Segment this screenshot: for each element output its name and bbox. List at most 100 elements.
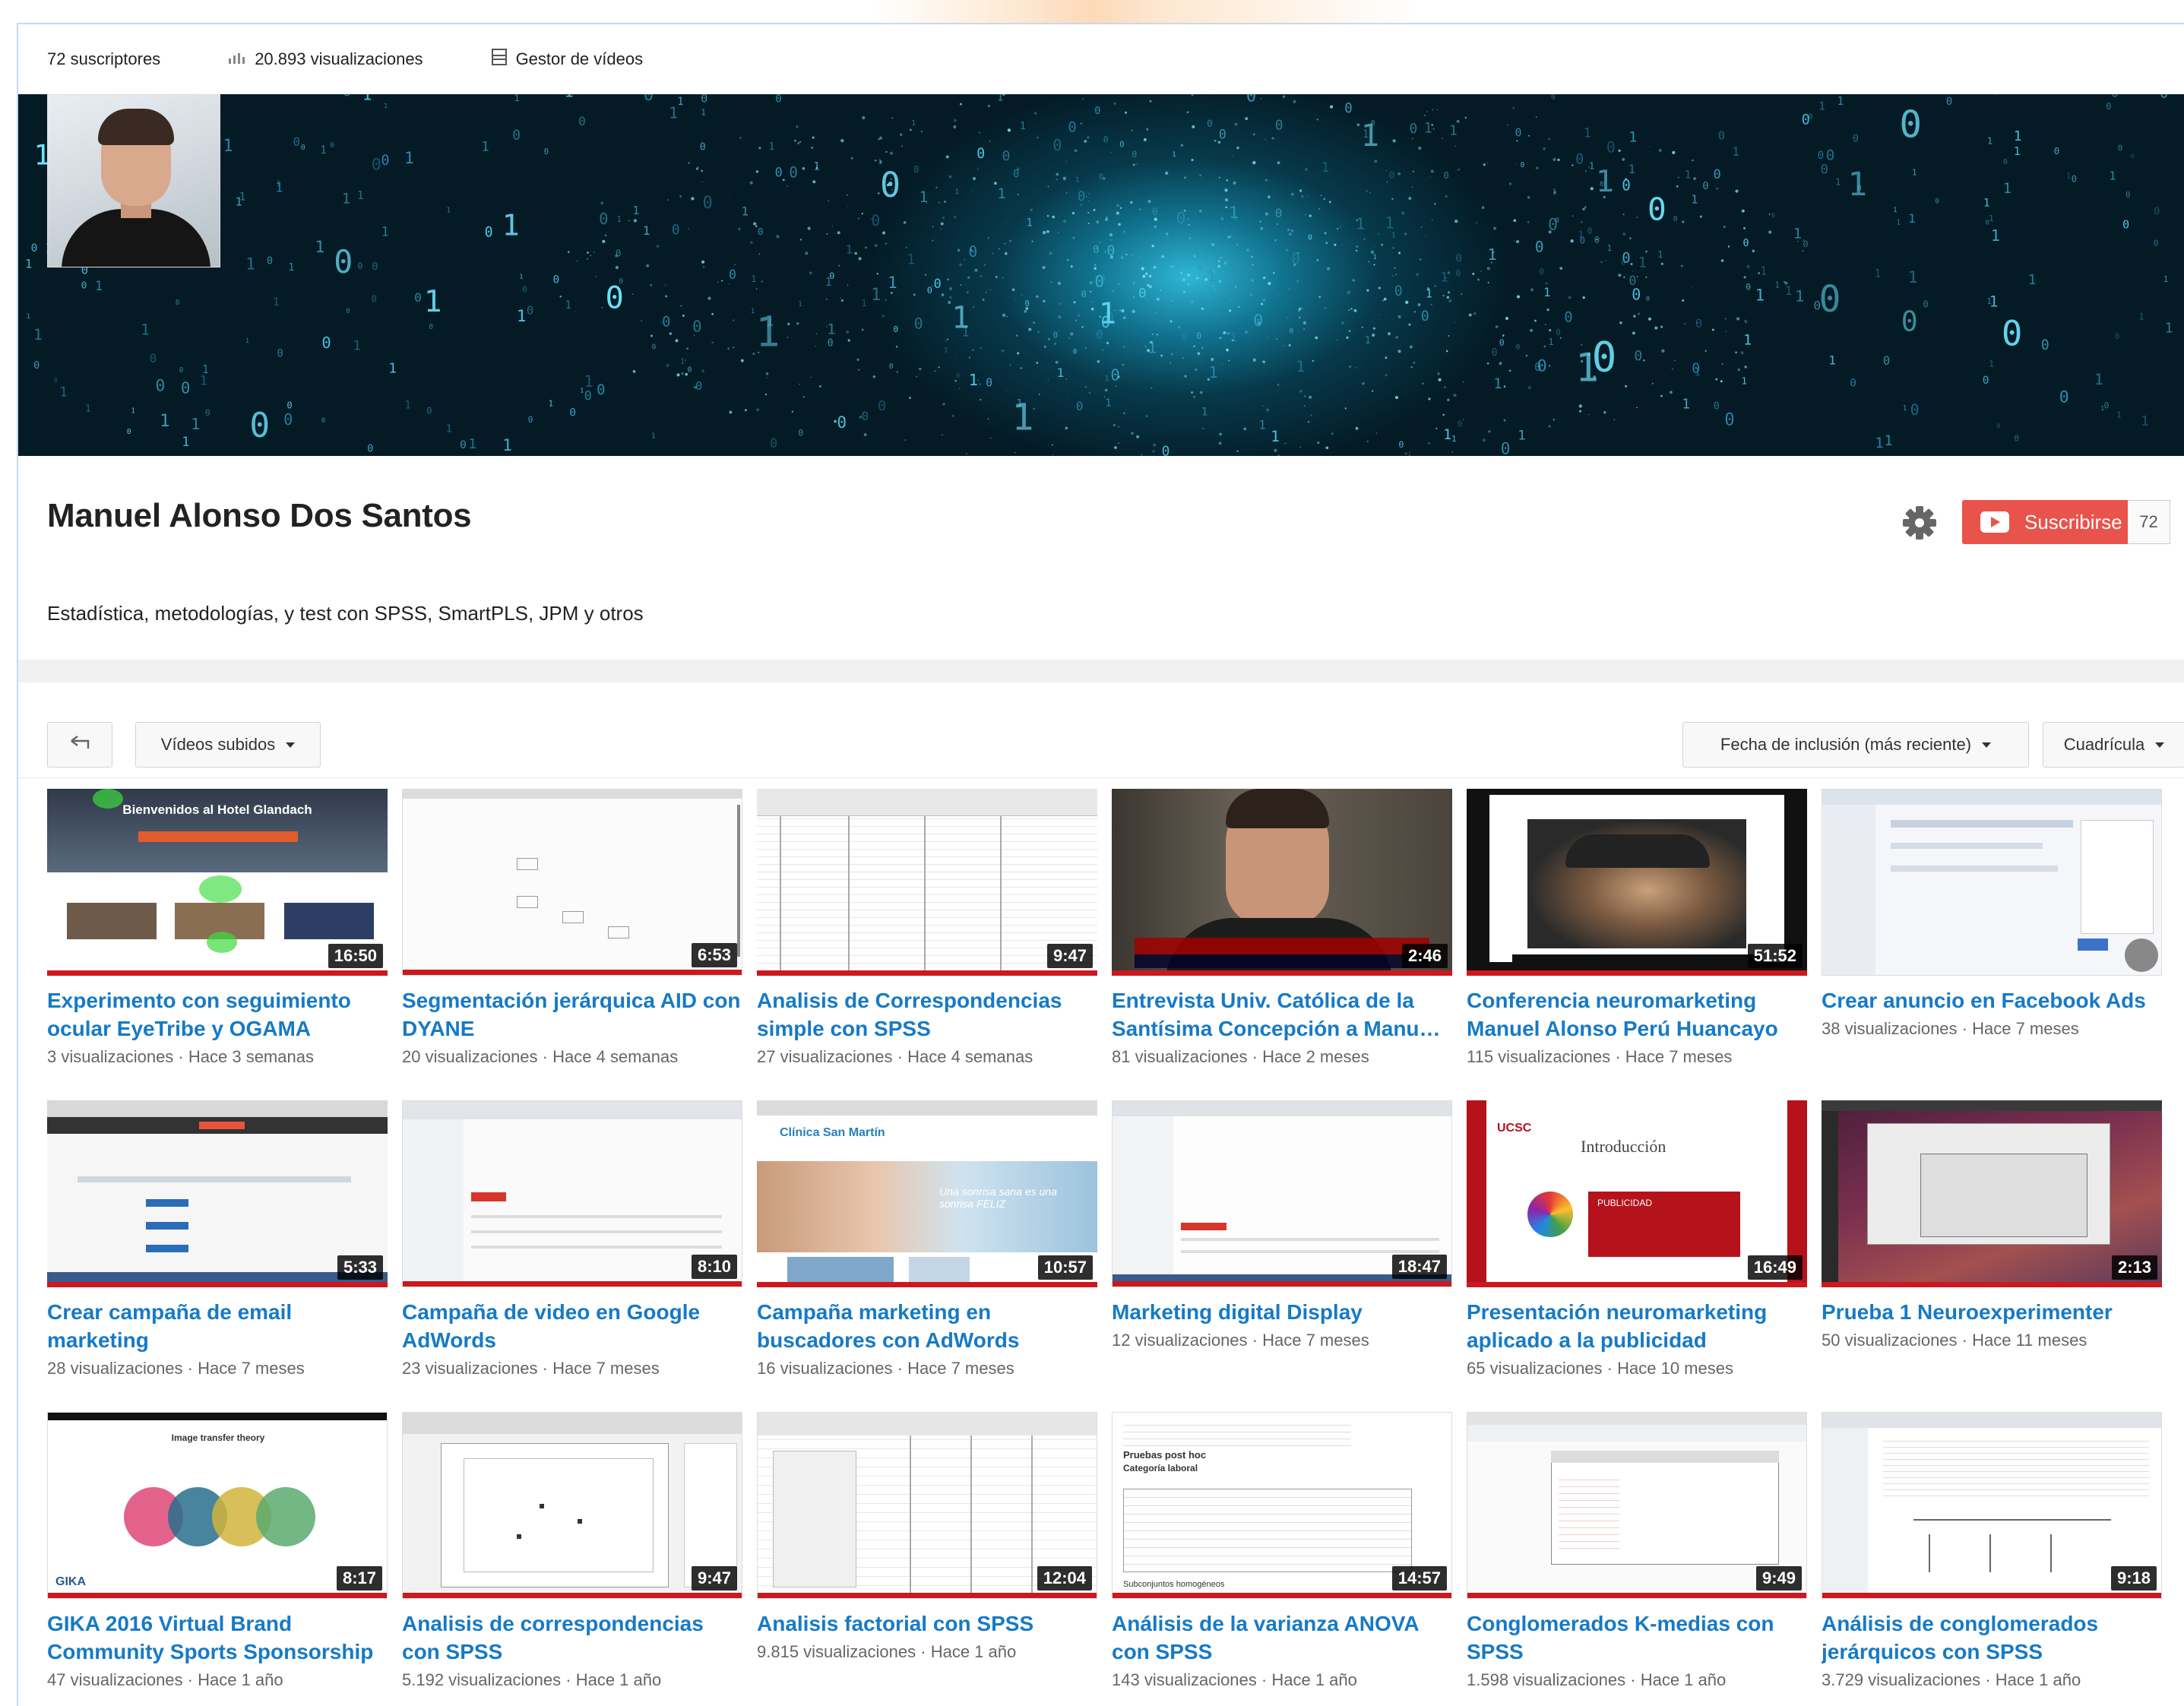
banner-particle [1445, 350, 1448, 353]
banner-digit: 1 [1075, 176, 1080, 185]
banner-digit: 1 [1230, 332, 1237, 344]
video-thumbnail[interactable]: Bienvenidos al Hotel Glandach 16:50 [47, 789, 388, 976]
banner-particle [1590, 187, 1594, 191]
video-title-link[interactable]: GIKA 2016 Virtual Brand Community Sports… [47, 1609, 388, 1666]
channel-avatar[interactable] [47, 94, 220, 267]
video-title-link[interactable]: Análisis de conglomerados jerárquicos co… [1822, 1609, 2162, 1666]
video-card[interactable]: 6:53 Segmentación jerárquica AID con DYA… [402, 789, 742, 1067]
banner-particle [959, 103, 962, 106]
video-card[interactable]: 9:18 Análisis de conglomerados jerárquic… [1822, 1412, 2162, 1690]
video-thumbnail[interactable]: Pruebas post hoc Categoría laboral Subco… [1112, 1412, 1452, 1599]
video-title-link[interactable]: Presentación neuromarketing aplicado a l… [1467, 1298, 1807, 1354]
video-thumbnail[interactable]: UCSC Introducción PUBLICIDAD 16:49 [1467, 1100, 1807, 1287]
banner-particle [1323, 198, 1326, 201]
back-button[interactable] [47, 722, 112, 768]
banner-particle [1182, 290, 1186, 294]
banner-particle [938, 366, 940, 369]
banner-particle [1534, 319, 1537, 322]
video-card[interactable]: Clínica San Martín Una sonrisa sana es u… [757, 1100, 1097, 1378]
video-thumbnail[interactable]: 8:10 [402, 1100, 742, 1287]
video-title-link[interactable]: Prueba 1 Neuroexperimenter [1822, 1298, 2162, 1326]
uploads-dropdown[interactable]: Vídeos subidos [135, 722, 321, 768]
video-thumbnail[interactable]: Clínica San Martín Una sonrisa sana es u… [757, 1100, 1097, 1287]
video-card[interactable]: 9:47 Analisis de correspondencias con SP… [402, 1412, 742, 1690]
video-thumbnail[interactable]: 9:47 [402, 1412, 742, 1599]
youtube-play-icon [1980, 511, 2009, 533]
video-thumbnail[interactable]: 12:04 [757, 1412, 1097, 1599]
banner-digit: 1 [191, 415, 200, 433]
video-card[interactable]: UCSC Introducción PUBLICIDAD 16:49 Prese… [1467, 1100, 1807, 1378]
banner-digit: 0 [2106, 100, 2111, 112]
gear-icon[interactable] [1901, 505, 1938, 541]
banner-digit: 0 [2015, 433, 2020, 443]
banner-particle [1141, 454, 1143, 456]
banner-particle [1213, 285, 1214, 286]
video-thumbnail[interactable]: 6:53 [402, 789, 742, 976]
banner-digit: 0 [1101, 313, 1110, 331]
banner-particle [1226, 348, 1229, 352]
banner-particle [1572, 215, 1574, 217]
banner-particle [1372, 333, 1375, 337]
video-thumbnail[interactable]: 2:13 [1822, 1100, 2162, 1287]
video-card[interactable]: 51:52 Conferencia neuromarketing Manuel … [1467, 789, 1807, 1067]
video-title-link[interactable]: Segmentación jerárquica AID con DYANE [402, 986, 742, 1043]
banner-particle [1695, 321, 1698, 324]
banner-particle [1016, 334, 1018, 337]
video-thumbnail[interactable]: 9:49 [1467, 1412, 1807, 1599]
video-card[interactable]: 9:47 Analisis de Correspondencias simple… [757, 789, 1097, 1067]
video-thumbnail[interactable] [1822, 789, 2162, 976]
video-card[interactable]: 2:46 Entrevista Univ. Católica de la San… [1112, 789, 1452, 1067]
video-title-link[interactable]: Analisis factorial con SPSS [757, 1609, 1097, 1638]
video-card[interactable]: 18:47 Marketing digital Display 12 visua… [1112, 1100, 1452, 1350]
video-card[interactable]: 5:33 Crear campaña de email marketing 28… [47, 1100, 388, 1378]
video-card[interactable]: Bienvenidos al Hotel Glandach 16:50 Expe… [47, 789, 388, 1067]
video-title-link[interactable]: Marketing digital Display [1112, 1298, 1452, 1326]
video-manager-link[interactable]: Gestor de vídeos [491, 49, 643, 70]
banner-digit: 1 [1440, 270, 1448, 285]
banner-particle [1309, 395, 1312, 399]
video-card[interactable]: Crear anuncio en Facebook Ads 38 visuali… [1822, 789, 2162, 1039]
video-thumbnail[interactable]: 9:47 [757, 789, 1097, 976]
video-card[interactable]: Image transfer theory GIKA 8:17 GIKA 201… [47, 1412, 388, 1690]
video-title-link[interactable]: Análisis de la varianza ANOVA con SPSS [1112, 1609, 1452, 1666]
video-title-link[interactable]: Experimento con seguimiento ocular EyeTr… [47, 986, 388, 1043]
video-title-link[interactable]: Campaña marketing en buscadores con AdWo… [757, 1298, 1097, 1354]
sort-dropdown[interactable]: Fecha de inclusión (más reciente) [1682, 722, 2029, 768]
video-thumbnail[interactable]: 51:52 [1467, 789, 1807, 976]
banner-particle [1075, 319, 1077, 321]
video-title-link[interactable]: Campaña de video en Google AdWords [402, 1298, 742, 1354]
video-thumbnail[interactable]: 9:18 [1822, 1412, 2162, 1599]
video-thumbnail[interactable]: Image transfer theory GIKA 8:17 [47, 1412, 388, 1599]
video-title-link[interactable]: Crear anuncio en Facebook Ads [1822, 986, 2162, 1014]
banner-particle [1744, 319, 1746, 321]
banner-digit: 0 [1119, 141, 1124, 150]
video-title-link[interactable]: Analisis de Correspondencias simple con … [757, 986, 1097, 1043]
banner-digit: 0 [828, 337, 834, 349]
banner-particle [1736, 317, 1740, 321]
video-card[interactable]: 9:49 Conglomerados K-medias con SPSS 1.5… [1467, 1412, 1807, 1690]
banner-particle [1261, 302, 1263, 305]
video-title-link[interactable]: Analisis de correspondencias con SPSS [402, 1609, 742, 1666]
video-card[interactable]: 12:04 Analisis factorial con SPSS 9.815 … [757, 1412, 1097, 1662]
banner-particle [1115, 385, 1117, 388]
banner-digit: 0 [1229, 286, 1233, 295]
video-card[interactable]: 2:13 Prueba 1 Neuroexperimenter 50 visua… [1822, 1100, 2162, 1350]
video-thumbnail[interactable]: 2:46 [1112, 789, 1452, 976]
video-title-link[interactable]: Crear campaña de email marketing [47, 1298, 388, 1354]
video-thumbnail[interactable]: 18:47 [1112, 1100, 1452, 1287]
subscribe-button[interactable]: Suscribirse [1962, 500, 2128, 544]
subscribe-label: Suscribirse [2024, 510, 2122, 533]
video-title-link[interactable]: Entrevista Univ. Católica de la Santísim… [1112, 986, 1452, 1043]
banner-particle [1094, 264, 1097, 266]
banner-digit: 1 [446, 206, 451, 214]
video-duration: 6:53 [691, 943, 737, 967]
video-card[interactable]: 8:10 Campaña de video en Google AdWords … [402, 1100, 742, 1378]
video-thumbnail[interactable]: 5:33 [47, 1100, 388, 1287]
video-card[interactable]: Pruebas post hoc Categoría laboral Subco… [1112, 1412, 1452, 1690]
view-mode-dropdown[interactable]: Cuadrícula [2043, 722, 2184, 768]
banner-particle [1273, 272, 1275, 274]
video-title-link[interactable]: Conglomerados K-medias con SPSS [1467, 1609, 1807, 1666]
banner-particle [1366, 190, 1368, 191]
banner-particle [1121, 309, 1125, 312]
video-title-link[interactable]: Conferencia neuromarketing Manuel Alonso… [1467, 986, 1807, 1043]
